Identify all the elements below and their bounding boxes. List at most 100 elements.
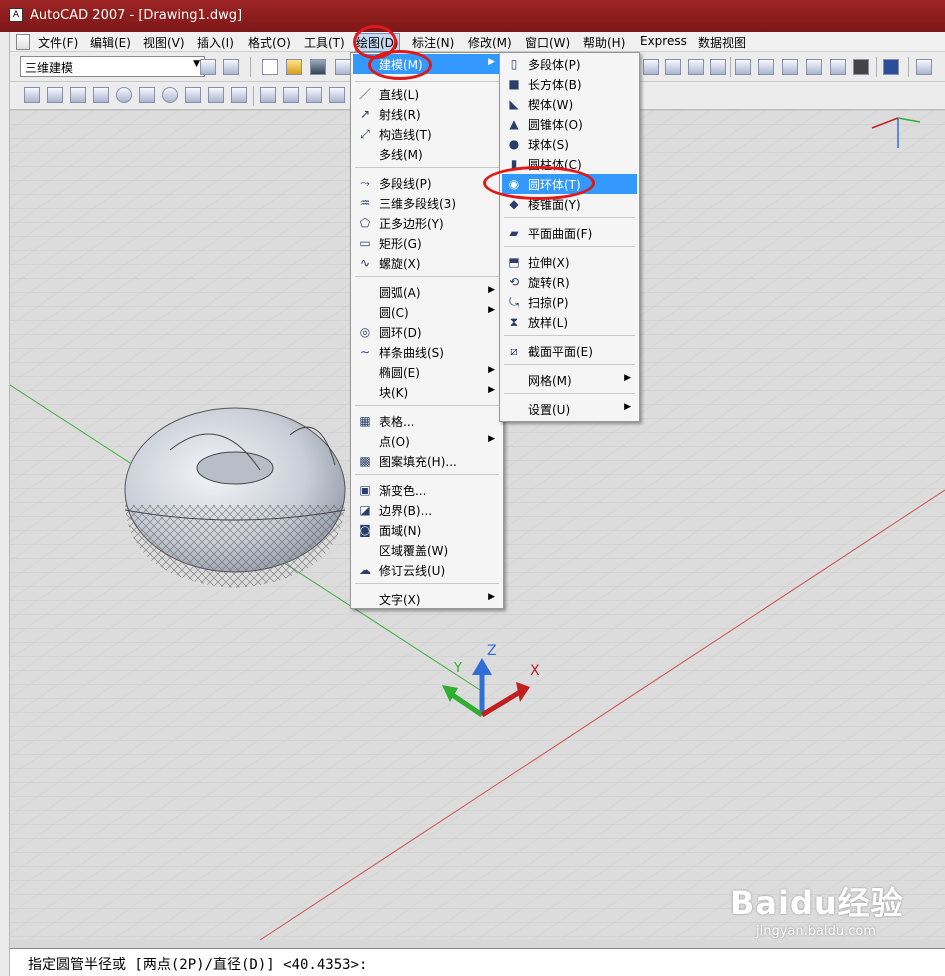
plot-icon[interactable] bbox=[335, 59, 351, 75]
menu-item-helix[interactable]: ∿ 螺旋(X) bbox=[353, 253, 501, 273]
menu-data-view[interactable]: 数据视图 bbox=[698, 34, 746, 51]
menu-file[interactable]: 文件(F) bbox=[38, 34, 78, 51]
cone-icon: ▲ bbox=[509, 117, 519, 131]
menu-item-planesurf[interactable]: ▰ 平面曲面(F) bbox=[502, 223, 637, 243]
menu-view[interactable]: 视图(V) bbox=[143, 34, 185, 51]
command-line[interactable]: 指定圆管半径或 [两点(2P)/直径(D)] <40.4353>: bbox=[10, 948, 945, 976]
zoom-window-icon[interactable] bbox=[665, 59, 681, 75]
markup-icon[interactable] bbox=[830, 59, 846, 75]
revolve-tool-icon[interactable] bbox=[329, 87, 345, 103]
menu-item-gradient[interactable]: ▣ 渐变色... bbox=[353, 480, 501, 500]
menu-item-line[interactable]: ／ 直线(L) bbox=[353, 84, 501, 104]
zoom-realtime-icon[interactable] bbox=[643, 59, 659, 75]
design-center-icon[interactable] bbox=[758, 59, 774, 75]
layers-icon[interactable] bbox=[916, 59, 932, 75]
menu-item-revcloud[interactable]: ☁ 修订云线(U) bbox=[353, 560, 501, 580]
submenu-arrow-icon: ▶ bbox=[488, 285, 495, 295]
menu-item-mline[interactable]: 多线(M) bbox=[353, 144, 501, 164]
menu-item-circle[interactable]: 圆(C) ▶ bbox=[353, 302, 501, 322]
menu-dimension[interactable]: 标注(N) bbox=[412, 34, 454, 51]
menu-item-point[interactable]: 点(O) ▶ bbox=[353, 431, 501, 451]
presspull-tool-icon[interactable] bbox=[283, 87, 299, 103]
menu-item-ray[interactable]: ↗ 射线(R) bbox=[353, 104, 501, 124]
sheet-set-icon[interactable] bbox=[806, 59, 822, 75]
menu-item-block[interactable]: 块(K) ▶ bbox=[353, 382, 501, 402]
menu-window[interactable]: 窗口(W) bbox=[525, 34, 570, 51]
menu-item-table[interactable]: ▦ 表格... bbox=[353, 411, 501, 431]
menu-item-wipeout[interactable]: 区域覆盖(W) bbox=[353, 540, 501, 560]
menu-item-hatch[interactable]: ▩ 图案填充(H)... bbox=[353, 451, 501, 471]
pyramid-tool-icon[interactable] bbox=[185, 87, 201, 103]
menu-item-loft[interactable]: ⧗ 放样(L) bbox=[502, 312, 637, 332]
menu-item-section-plane[interactable]: ⧄ 截面平面(E) bbox=[502, 341, 637, 361]
wedge-tool-icon[interactable] bbox=[70, 87, 86, 103]
tool-palettes-icon[interactable] bbox=[782, 59, 798, 75]
workspace-save-icon[interactable] bbox=[223, 59, 239, 75]
menu-item-ellipse[interactable]: 椭圆(E) ▶ bbox=[353, 362, 501, 382]
menu-item-wedge[interactable]: ◣ 楔体(W) bbox=[502, 94, 637, 114]
cylinder-tool-icon[interactable] bbox=[139, 87, 155, 103]
submenu-arrow-icon: ▶ bbox=[488, 592, 495, 602]
menu-item-revolve[interactable]: ⟲ 旋转(R) bbox=[502, 272, 637, 292]
3dpoly-icon: ♒ bbox=[359, 196, 371, 210]
menu-item-sphere[interactable]: ● 球体(S) bbox=[502, 134, 637, 154]
extrude-icon: ⬒ bbox=[508, 255, 520, 269]
new-file-icon[interactable] bbox=[262, 59, 278, 75]
autocad-app-icon[interactable]: A bbox=[9, 8, 23, 22]
calculator-icon[interactable] bbox=[853, 59, 869, 75]
menu-item-polyline[interactable]: ⤳ 多段线(P) bbox=[353, 173, 501, 193]
menu-item-spline[interactable]: ∼ 样条曲线(S) bbox=[353, 342, 501, 362]
torus-tool-icon[interactable] bbox=[162, 87, 178, 103]
menu-tools[interactable]: 工具(T) bbox=[304, 34, 345, 51]
polyline-icon: ⤳ bbox=[360, 176, 370, 190]
menu-item-cone[interactable]: ▲ 圆锥体(O) bbox=[502, 114, 637, 134]
polysolid-tool-icon[interactable] bbox=[24, 87, 40, 103]
menu-item-polygon[interactable]: ⬠ 正多边形(Y) bbox=[353, 213, 501, 233]
menu-item-xline[interactable]: ⤢ 构造线(T) bbox=[353, 124, 501, 144]
open-file-icon[interactable] bbox=[286, 59, 302, 75]
menu-help[interactable]: 帮助(H) bbox=[583, 34, 625, 51]
menu-item-region[interactable]: ◙ 面域(N) bbox=[353, 520, 501, 540]
menu-item-polysolid[interactable]: ▯ 多段体(P) bbox=[502, 54, 637, 74]
menu-express[interactable]: Express bbox=[640, 34, 687, 48]
menu-separator bbox=[504, 246, 635, 247]
baidu-watermark: Baidu经验 jingyan.baidu.com bbox=[730, 878, 904, 939]
submenu-arrow-icon: ▶ bbox=[624, 373, 631, 383]
zoom-extents-icon[interactable] bbox=[710, 59, 726, 75]
workspace-select[interactable]: 三维建模 ▼ bbox=[20, 56, 205, 77]
boundary-icon: ◪ bbox=[359, 503, 371, 517]
document-icon[interactable] bbox=[16, 34, 30, 50]
menu-item-box[interactable]: ■ 长方体(B) bbox=[502, 74, 637, 94]
extrude-tool-icon[interactable] bbox=[260, 87, 276, 103]
menu-modify[interactable]: 修改(M) bbox=[468, 34, 512, 51]
sphere-tool-icon[interactable] bbox=[116, 87, 132, 103]
help-icon[interactable] bbox=[883, 59, 899, 75]
menu-item-3dpolyline[interactable]: ♒ 三维多段线(3) bbox=[353, 193, 501, 213]
region-icon: ◙ bbox=[359, 523, 371, 537]
toolbar-separator bbox=[908, 57, 909, 77]
workspace-settings-icon[interactable] bbox=[200, 59, 216, 75]
menu-item-rectangle[interactable]: ▭ 矩形(G) bbox=[353, 233, 501, 253]
sphere-icon: ● bbox=[508, 137, 520, 151]
menu-insert[interactable]: 插入(I) bbox=[197, 34, 234, 51]
helix-tool-icon[interactable] bbox=[208, 87, 224, 103]
save-icon[interactable] bbox=[310, 59, 326, 75]
menu-item-settings[interactable]: 设置(U) ▶ bbox=[502, 399, 637, 419]
menu-edit[interactable]: 编辑(E) bbox=[90, 34, 131, 51]
menu-item-extrude[interactable]: ⬒ 拉伸(X) bbox=[502, 252, 637, 272]
menu-format[interactable]: 格式(O) bbox=[248, 34, 291, 51]
menu-item-donut[interactable]: ◎ 圆环(D) bbox=[353, 322, 501, 342]
box-icon: ■ bbox=[508, 77, 520, 91]
cone-tool-icon[interactable] bbox=[93, 87, 109, 103]
hatch-icon: ▩ bbox=[359, 454, 371, 468]
menu-item-arc[interactable]: 圆弧(A) ▶ bbox=[353, 282, 501, 302]
box-tool-icon[interactable] bbox=[47, 87, 63, 103]
properties-icon[interactable] bbox=[735, 59, 751, 75]
menu-item-boundary[interactable]: ◪ 边界(B)... bbox=[353, 500, 501, 520]
sweep-tool-icon[interactable] bbox=[306, 87, 322, 103]
menu-item-text[interactable]: 文字(X) ▶ bbox=[353, 589, 501, 609]
zoom-previous-icon[interactable] bbox=[688, 59, 704, 75]
menu-item-mesh[interactable]: 网格(M) ▶ bbox=[502, 370, 637, 390]
menu-item-sweep[interactable]: ⤿ 扫掠(P) bbox=[502, 292, 637, 312]
planar-surface-tool-icon[interactable] bbox=[231, 87, 247, 103]
